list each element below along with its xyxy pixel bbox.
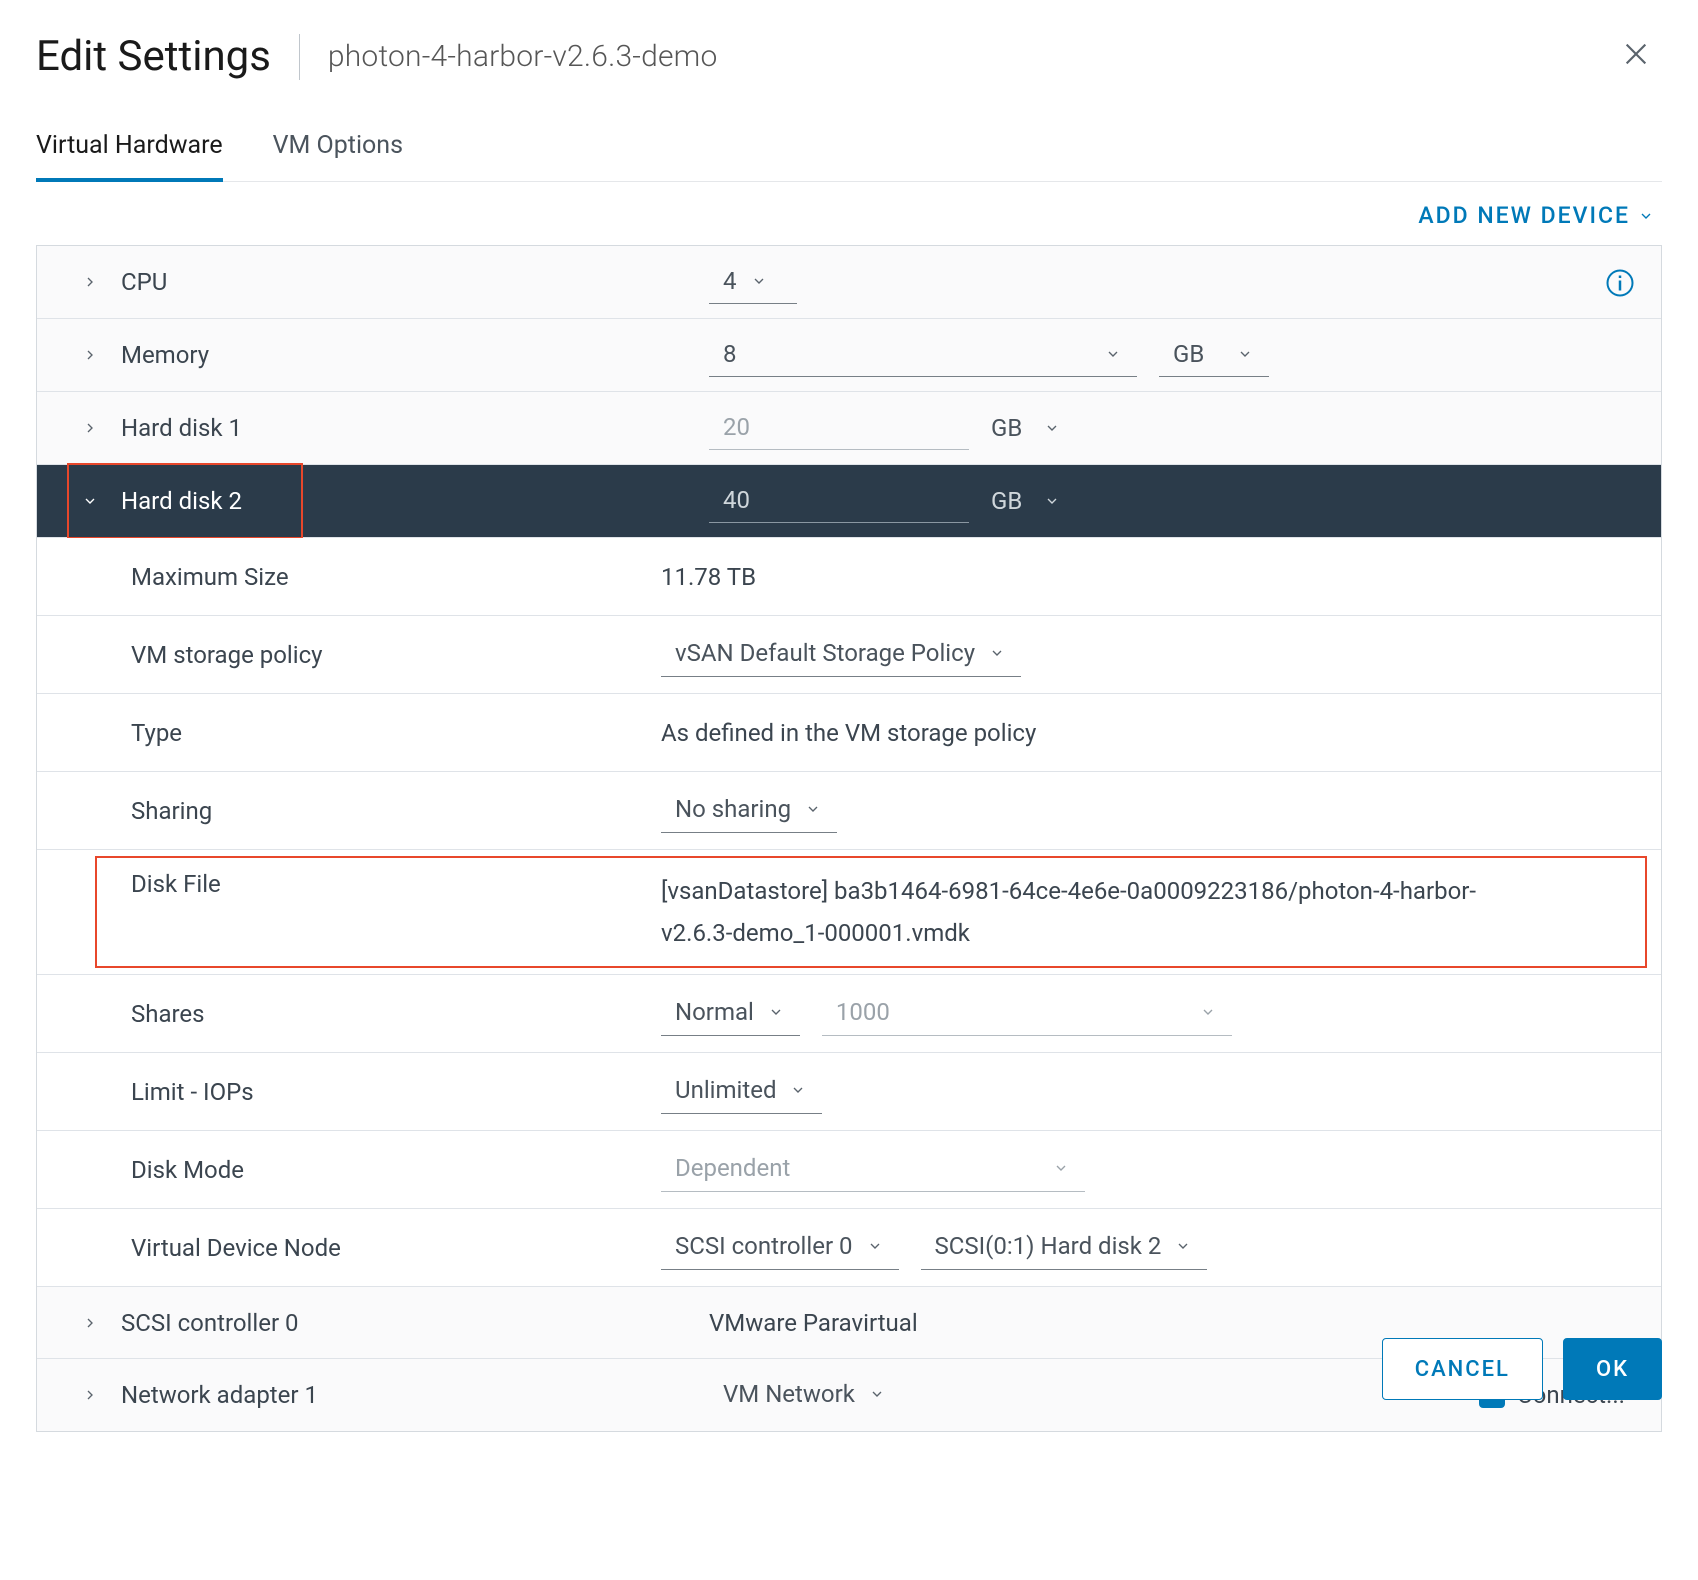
expand-cpu[interactable] xyxy=(77,274,103,290)
shares-number-input[interactable]: 1000 xyxy=(822,992,1232,1036)
limit-select[interactable]: Unlimited xyxy=(661,1070,822,1114)
hd2-value: 40 xyxy=(723,486,750,514)
hd1-value: 20 xyxy=(723,413,750,441)
row-disk-mode: Disk Mode Dependent xyxy=(37,1131,1661,1209)
row-cpu: CPU 4 xyxy=(37,246,1661,319)
disk-mode-select[interactable]: Dependent xyxy=(661,1148,1085,1192)
vm-name: photon-4-harbor-v2.6.3-demo xyxy=(328,39,718,74)
net-value: VM Network xyxy=(723,1380,855,1408)
row-max-size: Maximum Size 11.78 TB xyxy=(37,538,1661,616)
memory-unit: GB xyxy=(1173,340,1204,368)
type-label: Type xyxy=(131,719,661,747)
max-size-value: 11.78 TB xyxy=(661,563,756,591)
expand-hd1[interactable] xyxy=(77,420,103,436)
chevron-down-icon[interactable] xyxy=(1044,493,1060,509)
add-new-device-label: ADD NEW DEVICE xyxy=(1418,202,1630,229)
max-size-label: Maximum Size xyxy=(131,563,661,591)
memory-label: Memory xyxy=(121,341,709,369)
cpu-label: CPU xyxy=(121,268,709,296)
info-icon[interactable] xyxy=(1605,268,1635,304)
collapse-hd2[interactable] xyxy=(77,493,103,509)
chevron-down-icon xyxy=(989,645,1005,661)
row-shares: Shares Normal 1000 xyxy=(37,975,1661,1053)
chevron-down-icon xyxy=(805,801,821,817)
memory-unit-select[interactable]: GB xyxy=(1159,333,1269,377)
net-label: Network adapter 1 xyxy=(121,1381,709,1409)
chevron-down-icon xyxy=(768,1004,784,1020)
hd1-size-input[interactable]: 20 xyxy=(709,406,969,450)
memory-value-input[interactable]: 8 xyxy=(709,333,1137,377)
network-select[interactable]: VM Network xyxy=(709,1373,901,1417)
vdn-controller-select[interactable]: SCSI controller 0 xyxy=(661,1226,899,1270)
cancel-button[interactable]: CANCEL xyxy=(1382,1338,1543,1400)
expand-scsi[interactable] xyxy=(77,1315,103,1331)
limit-value: Unlimited xyxy=(675,1076,776,1104)
chevron-down-icon xyxy=(1200,1004,1216,1020)
chevron-down-icon xyxy=(790,1082,806,1098)
sharing-value: No sharing xyxy=(675,795,791,823)
chevron-down-icon xyxy=(1053,1160,1069,1176)
divider xyxy=(299,34,300,80)
row-virtual-device-node: Virtual Device Node SCSI controller 0 SC… xyxy=(37,1209,1661,1287)
hd2-size-input[interactable]: 40 xyxy=(709,479,969,523)
memory-value: 8 xyxy=(723,340,737,368)
close-icon[interactable] xyxy=(1620,38,1652,76)
chevron-down-icon xyxy=(867,1238,883,1254)
storage-policy-value: vSAN Default Storage Policy xyxy=(675,639,975,667)
tab-vm-options[interactable]: VM Options xyxy=(273,131,403,181)
add-new-device-button[interactable]: ADD NEW DEVICE xyxy=(1418,202,1654,229)
settings-panel: CPU 4 Memory 8 GB xyxy=(36,245,1662,1432)
chevron-down-icon xyxy=(869,1386,885,1402)
row-hard-disk-2: Hard disk 2 40 GB xyxy=(37,465,1661,538)
vdn-slot-select[interactable]: SCSI(0:1) Hard disk 2 xyxy=(921,1226,1208,1270)
vdn-slot: SCSI(0:1) Hard disk 2 xyxy=(935,1232,1162,1260)
row-storage-policy: VM storage policy vSAN Default Storage P… xyxy=(37,616,1661,694)
expand-net[interactable] xyxy=(77,1387,103,1403)
disk-file-label: Disk File xyxy=(131,870,661,898)
sharing-select[interactable]: No sharing xyxy=(661,789,837,833)
shares-value: Normal xyxy=(675,998,754,1026)
chevron-down-icon xyxy=(751,273,767,289)
row-memory: Memory 8 GB xyxy=(37,319,1661,392)
tabs: Virtual Hardware VM Options xyxy=(36,131,1662,182)
chevron-down-icon xyxy=(1105,346,1121,362)
storage-policy-select[interactable]: vSAN Default Storage Policy xyxy=(661,633,1021,677)
limit-label: Limit - IOPs xyxy=(131,1078,661,1106)
chevron-down-icon xyxy=(1638,208,1654,224)
row-type: Type As defined in the VM storage policy xyxy=(37,694,1661,772)
shares-num: 1000 xyxy=(836,998,890,1026)
hd1-label: Hard disk 1 xyxy=(121,414,709,442)
row-sharing: Sharing No sharing xyxy=(37,772,1661,850)
ok-button[interactable]: OK xyxy=(1563,1338,1662,1400)
chevron-down-icon[interactable] xyxy=(1044,420,1060,436)
tab-virtual-hardware[interactable]: Virtual Hardware xyxy=(36,131,223,182)
disk-mode-value: Dependent xyxy=(675,1154,790,1182)
disk-file-value: [vsanDatastore] ba3b1464-6981-64ce-4e6e-… xyxy=(661,870,1531,954)
row-disk-file: Disk File [vsanDatastore] ba3b1464-6981-… xyxy=(37,850,1661,975)
scsi-label: SCSI controller 0 xyxy=(121,1309,709,1337)
disk-mode-label: Disk Mode xyxy=(131,1156,661,1184)
hd2-unit: GB xyxy=(991,487,1022,515)
type-value: As defined in the VM storage policy xyxy=(661,719,1036,747)
vdn-label: Virtual Device Node xyxy=(131,1234,661,1262)
row-hard-disk-1: Hard disk 1 20 GB xyxy=(37,392,1661,465)
dialog-title: Edit Settings xyxy=(36,32,271,81)
sharing-label: Sharing xyxy=(131,797,661,825)
shares-label: Shares xyxy=(131,1000,661,1028)
scsi-value: VMware Paravirtual xyxy=(709,1309,918,1337)
chevron-down-icon xyxy=(1175,1238,1191,1254)
cpu-count-select[interactable]: 4 xyxy=(709,260,797,304)
cpu-value: 4 xyxy=(723,267,737,295)
row-limit-iops: Limit - IOPs Unlimited xyxy=(37,1053,1661,1131)
expand-memory[interactable] xyxy=(77,347,103,363)
chevron-down-icon xyxy=(1237,346,1253,362)
vdn-controller: SCSI controller 0 xyxy=(675,1232,853,1260)
hd2-label: Hard disk 2 xyxy=(121,487,709,515)
hd1-unit: GB xyxy=(991,414,1022,442)
shares-level-select[interactable]: Normal xyxy=(661,992,800,1036)
storage-policy-label: VM storage policy xyxy=(131,641,661,669)
dialog-header: Edit Settings photon-4-harbor-v2.6.3-dem… xyxy=(36,32,1662,81)
